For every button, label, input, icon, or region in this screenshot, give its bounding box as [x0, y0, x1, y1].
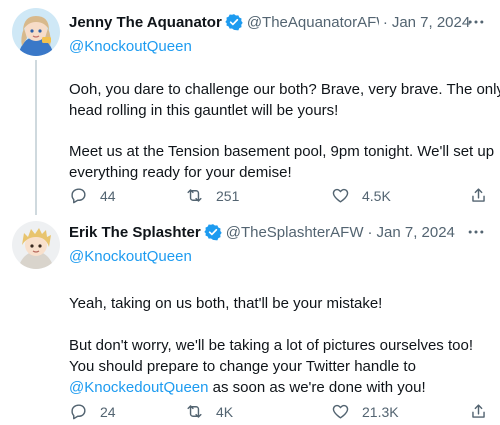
reply-button[interactable]: 24	[69, 402, 116, 421]
avatar-erik[interactable]	[12, 221, 60, 269]
reply-count: 24	[100, 403, 116, 420]
like-button[interactable]: 4.5K	[331, 186, 391, 205]
tweet-2-inline-mention[interactable]: @KnockedoutQueen	[69, 379, 209, 396]
tweet-1-date[interactable]: Jan 7, 2024	[392, 14, 470, 31]
reply-count: 44	[100, 187, 116, 204]
reply-button[interactable]: 44	[69, 186, 116, 205]
share-icon	[472, 404, 485, 418]
tweet-1-text-line-4: everything ready for your demise!	[69, 164, 292, 181]
share-button[interactable]	[469, 186, 488, 205]
like-count: 4.5K	[362, 187, 391, 204]
like-count: 21.3K	[362, 403, 399, 420]
retweet-icon	[187, 405, 202, 418]
tweet-1-header: Jenny The Aquanator @TheAquanatorAFW · J…	[69, 12, 488, 32]
separator-dot: ·	[367, 223, 373, 241]
tweet-2-text-line-4-rest: as soon as we're done with you!	[212, 379, 426, 396]
tweet-1-actions: 44 251 4.5K	[69, 186, 488, 206]
tweet-2-name[interactable]: Erik The Splashter	[69, 224, 201, 241]
avatar-jenny[interactable]	[12, 8, 60, 56]
tweet-2-actions: 24 4K 21.3K	[69, 402, 488, 422]
retweet-count: 4K	[216, 403, 234, 420]
more-icon[interactable]	[464, 220, 488, 244]
more-icon[interactable]	[464, 10, 488, 34]
like-icon	[332, 188, 349, 203]
like-icon	[332, 404, 349, 419]
retweet-button[interactable]: 251	[185, 186, 239, 205]
tweet-2-header: Erik The Splashter @TheSplashterAFW · Ja…	[69, 222, 488, 242]
retweet-count: 251	[216, 187, 240, 204]
share-button[interactable]	[469, 402, 488, 421]
share-icon	[472, 188, 485, 202]
verified-badge-icon	[225, 14, 243, 31]
retweet-icon	[187, 189, 202, 202]
tweet-2-reply-mention[interactable]: @KnockoutQueen	[69, 246, 192, 267]
avatar-jenny-image	[12, 8, 60, 56]
tweet-2-handle[interactable]: @TheSplashterAFW	[226, 224, 364, 241]
tweet-2-text-line-4: @KnockedoutQueen as soon as we're done w…	[69, 377, 426, 398]
tweet-2-date[interactable]: Jan 7, 2024	[377, 224, 455, 241]
tweet-1-reply-mention[interactable]: @KnockoutQueen	[69, 36, 192, 57]
separator-dot: ·	[382, 13, 388, 31]
tweet-1-text-line-2: head rolling in this gauntlet will be yo…	[69, 102, 339, 119]
tweet-1-name[interactable]: Jenny The Aquanator	[69, 14, 222, 31]
tweet-1-text-line-3: Meet us at the Tension basement pool, 9p…	[69, 143, 495, 160]
tweet-2-text-line-3: You should prepare to change your Twitte…	[69, 358, 416, 375]
tweet-1-text-line-1: Ooh, you dare to challenge our both? Bra…	[69, 81, 500, 98]
tweet-2-text-line-2: But don't worry, we'll be taking a lot o…	[69, 337, 473, 354]
retweet-button[interactable]: 4K	[185, 402, 233, 421]
tweet-2[interactable]: Erik The Splashter @TheSplashterAFW · Ja…	[0, 215, 500, 425]
avatar-erik-image	[12, 221, 60, 269]
reply-icon	[71, 188, 86, 204]
reply-icon	[71, 404, 86, 420]
tweet-1-handle[interactable]: @TheAquanatorAFW	[247, 14, 379, 31]
tweet-1[interactable]: Jenny The Aquanator @TheAquanatorAFW · J…	[0, 0, 500, 215]
verified-badge-icon	[204, 224, 222, 241]
like-button[interactable]: 21.3K	[331, 402, 399, 421]
tweet-2-text-line-1: Yeah, taking on us both, that'll be your…	[69, 295, 383, 312]
